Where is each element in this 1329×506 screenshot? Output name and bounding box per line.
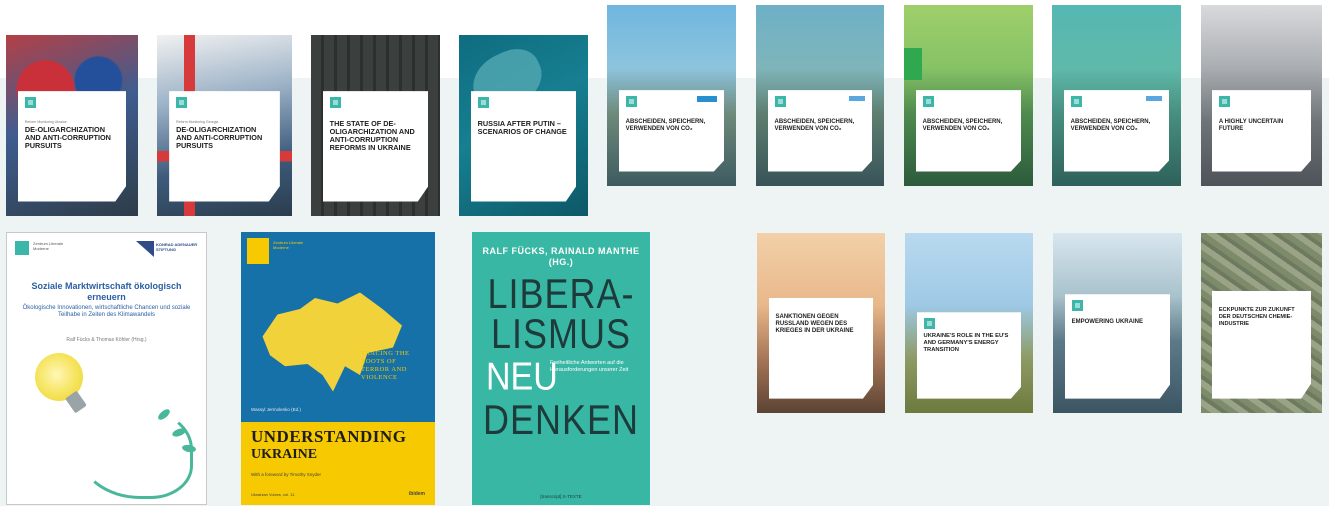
cover-title: UKRAINE'S ROLE IN THE EU'S AND GERMANY'S… <box>923 333 1009 354</box>
book-series: Ukrainian Voices, vol. 11 <box>251 492 295 497</box>
cover-series: Reform Monitoring Ukraine <box>24 120 67 125</box>
cover-card: RUSSIA AFTER PUTIN – SCENARIOS OF CHANGE <box>470 91 577 202</box>
liberale-moderne-logo-icon <box>329 97 341 109</box>
adenauer-logo-icon <box>136 241 154 257</box>
liberale-moderne-logo-icon <box>477 97 489 109</box>
cover-ukraine-energy-transition[interactable]: UKRAINE'S ROLE IN THE EU'S AND GERMANY'S… <box>905 233 1033 413</box>
book-title-line2: UKRAINE <box>251 447 318 462</box>
book-authors: Wassyl Jermolenko (Ed.) <box>251 407 301 412</box>
liberale-moderne-logo-icon <box>15 241 29 255</box>
cover-title: EMPOWERING UKRAINE <box>1071 319 1143 326</box>
liberale-moderne-logo-icon <box>922 96 934 108</box>
cover-empowering-ukraine[interactable]: EMPOWERING UKRAINE <box>1053 233 1182 413</box>
cover-title: DE-OLIGARCHIZATION AND ANTI-CORRUPTION P… <box>176 125 263 151</box>
cover-liberalismus-neu-denken[interactable]: RALF FÜCKS, RAINALD MANTHE (HG.) LIBERA-… <box>472 232 650 505</box>
partner-logo-icon <box>697 96 718 103</box>
partner-logo-icon <box>849 96 866 102</box>
cover-card: ABSCHEIDEN, SPEICHERN, VERWENDEN VON CO₂ <box>618 90 725 172</box>
book-title: Soziale Marktwirtschaft ökologisch erneu… <box>31 281 182 302</box>
cover-card: EMPOWERING UKRAINE <box>1064 294 1171 399</box>
cover-state-of-deoligarchization[interactable]: THE STATE OF DE-OLIGARCHIZATION AND ANTI… <box>311 35 440 216</box>
cover-title: ABSCHEIDEN, SPEICHERN, VERWENDEN VON CO₂ <box>625 119 706 133</box>
cover-card: Reform Monitoring Georgia DE-OLIGARCHIZA… <box>169 91 280 202</box>
cover-co2-1[interactable]: ABSCHEIDEN, SPEICHERN, VERWENDEN VON CO₂ <box>607 5 736 186</box>
publisher-logo: [transcript] X-TEXTE <box>540 494 582 499</box>
cover-soziale-marktwirtschaft[interactable]: Zentrum Liberale Moderne KONRAD ADENAUER… <box>6 232 207 505</box>
liberale-moderne-logo-icon <box>923 318 935 330</box>
cover-card: THE STATE OF DE-OLIGARCHIZATION AND ANTI… <box>322 91 429 202</box>
wire-plant-icon <box>77 408 193 499</box>
book-authors: Ralf Fücks & Thomas Köhler (Hrsg.) <box>66 337 147 343</box>
cover-title: A HIGHLY UNCERTAIN FUTURE <box>1218 119 1284 133</box>
cover-title: ABSCHEIDEN, SPEICHERN, VERWENDEN VON CO₂ <box>922 119 1003 133</box>
cover-series: Reform Monitoring Georgia <box>176 120 219 125</box>
green-accent-block <box>904 48 922 80</box>
liberale-moderne-logo-icon <box>1218 96 1230 108</box>
cover-card: A HIGHLY UNCERTAIN FUTURE <box>1211 90 1312 172</box>
cover-card: ABSCHEIDEN, SPEICHERN, VERWENDEN VON CO₂ <box>767 90 873 172</box>
tagline: Zentrum Liberale Moderne <box>273 240 304 250</box>
book-title-line2: LISMUS <box>490 309 632 357</box>
cover-co2-3[interactable]: ABSCHEIDEN, SPEICHERN, VERWENDEN VON CO₂ <box>904 5 1033 186</box>
cover-title: DE-OLIGARCHIZATION AND ANTI-CORRUPTION P… <box>24 125 111 151</box>
cover-card: Reform Monitoring Ukraine DE-OLIGARCHIZA… <box>17 91 127 202</box>
org-a-label: Zentrum Liberale Moderne <box>33 241 64 251</box>
cover-title: THE STATE OF DE-OLIGARCHIZATION AND ANTI… <box>329 119 415 153</box>
cover-card: ABSCHEIDEN, SPEICHERN, VERWENDEN VON CO₂ <box>915 90 1022 172</box>
liberale-moderne-logo-icon <box>1071 300 1083 312</box>
partner-logo-icon <box>1146 96 1163 102</box>
liberale-moderne-logo-icon <box>247 238 269 264</box>
book-subtitle: Ökologische Innovationen, wirtschaftlich… <box>22 305 191 318</box>
cover-card: SANKTIONEN GEGEN RUSSLAND WEGEN DES KRIE… <box>768 297 874 399</box>
cover-title: ABSCHEIDEN, SPEICHERN, VERWENDEN VON CO₂ <box>1070 119 1151 133</box>
liberale-moderne-logo-icon <box>625 96 637 108</box>
liberale-moderne-logo-icon <box>774 96 786 108</box>
cover-title: RUSSIA AFTER PUTIN – SCENARIOS OF CHANGE <box>477 119 567 137</box>
book-title-line1: UNDERSTANDING <box>251 427 407 446</box>
liberale-moderne-logo-icon <box>24 97 36 109</box>
cover-sanktionen-russland[interactable]: SANKTIONEN GEGEN RUSSLAND WEGEN DES KRIE… <box>757 233 885 413</box>
cover-card: UKRAINE'S ROLE IN THE EU'S AND GERMANY'S… <box>916 312 1022 399</box>
publisher-logo: ibidem <box>408 491 425 497</box>
cover-understanding-ukraine[interactable]: Zentrum Liberale Moderne TRACING THE ROO… <box>241 232 435 505</box>
book-title-line3: NEU <box>486 355 558 399</box>
liberale-moderne-logo-icon <box>1070 96 1082 108</box>
cover-co2-4[interactable]: ABSCHEIDEN, SPEICHERN, VERWENDEN VON CO₂ <box>1052 5 1181 186</box>
book-foreword: With a foreword by Timothy Snyder <box>251 472 322 477</box>
cover-title: SANKTIONEN GEGEN RUSSLAND WEGEN DES KRIE… <box>775 313 854 334</box>
cover-card: ABSCHEIDEN, SPEICHERN, VERWENDEN VON CO₂ <box>1063 90 1170 172</box>
cover-title: ECKPUNKTE ZUR ZUKUNFT DER DEUTSCHEN CHEM… <box>1218 306 1295 327</box>
cover-title: ABSCHEIDEN, SPEICHERN, VERWENDEN VON CO₂ <box>774 119 855 133</box>
cover-card: ECKPUNKTE ZUR ZUKUNFT DER DEUTSCHEN CHEM… <box>1211 290 1312 399</box>
org-b-label: KONRAD ADENAUER STIFTUNG <box>156 242 198 252</box>
liberale-moderne-logo-icon <box>176 97 188 109</box>
book-title-line1: LIBERA- <box>487 269 635 317</box>
book-title-line4: DENKEN <box>482 395 640 443</box>
cover-deoligarchization-georgia[interactable]: Reform Monitoring Georgia DE-OLIGARCHIZA… <box>157 35 292 216</box>
cover-russia-after-putin[interactable]: RUSSIA AFTER PUTIN – SCENARIOS OF CHANGE <box>459 35 588 216</box>
tracing-text: TRACING THE ROOTS OF TERROR AND VIOLENCE <box>361 350 410 381</box>
cover-deoligarchization-ukraine[interactable]: Reform Monitoring Ukraine DE-OLIGARCHIZA… <box>6 35 138 216</box>
cover-co2-2[interactable]: ABSCHEIDEN, SPEICHERN, VERWENDEN VON CO₂ <box>756 5 884 186</box>
book-authors: RALF FÜCKS, RAINALD MANTHE (HG.) <box>482 246 640 267</box>
cover-highly-uncertain-future[interactable]: A HIGHLY UNCERTAIN FUTURE <box>1201 5 1322 186</box>
cover-eckpunkte-chemie[interactable]: ECKPUNKTE ZUR ZUKUNFT DER DEUTSCHEN CHEM… <box>1201 233 1322 413</box>
book-subtitle: Freiheitliche Antworten auf die Herausfo… <box>550 360 629 373</box>
